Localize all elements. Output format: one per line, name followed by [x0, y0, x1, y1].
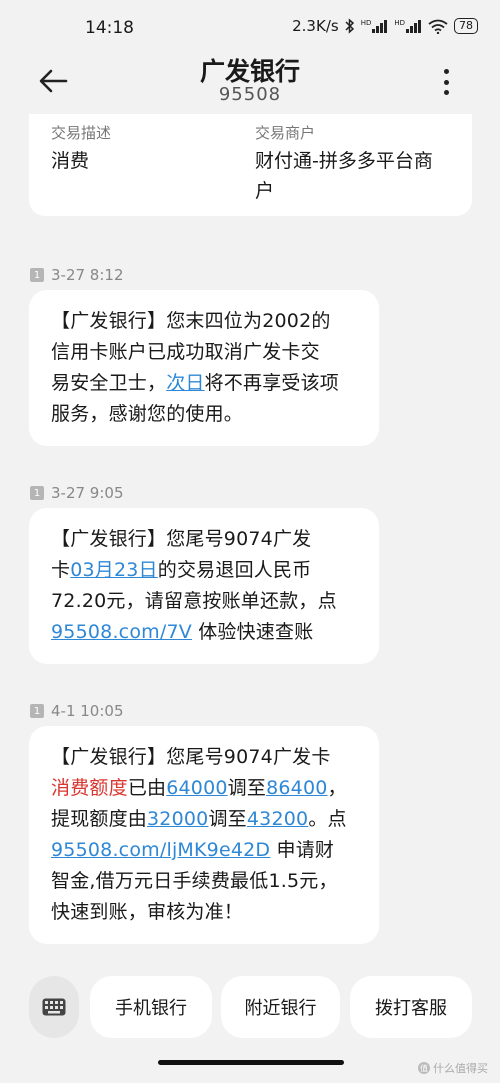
previous-message-card: 交易描述 消费 交易商户 财付通-拼多多平台商户: [29, 114, 472, 216]
keyboard-icon: [42, 998, 66, 1016]
message-bubble[interactable]: 【广发银行】您尾号9074广发 卡03月23日的交易退回人民币 72.20元，请…: [29, 508, 379, 664]
mobile-banking-button[interactable]: 手机银行: [90, 976, 212, 1038]
sim-card-icon: 1: [30, 704, 44, 718]
page-title: 广发银行: [199, 57, 300, 86]
message-timestamp: 1 3-27 9:05: [30, 484, 124, 502]
watermark: 值 什么值得买: [418, 1062, 488, 1075]
message-bubble[interactable]: 【广发银行】您末四位为2002的 信用卡账户已成功取消广发卡交 易安全卫士，次日…: [29, 290, 379, 446]
number-link[interactable]: 32000: [147, 808, 208, 830]
number-link[interactable]: 64000: [166, 777, 227, 799]
call-service-button[interactable]: 拨打客服: [350, 976, 472, 1038]
highlight-text: 消费额度: [51, 777, 128, 799]
number-link[interactable]: 86400: [266, 777, 327, 799]
sim-card-icon: 1: [30, 268, 44, 282]
home-indicator[interactable]: [158, 1060, 344, 1065]
status-bar: 14:18 2.3K/s HD HD 78: [0, 0, 500, 52]
date-link[interactable]: 次日: [166, 372, 204, 394]
number-link[interactable]: 43200: [247, 808, 308, 830]
info-column-description: 交易描述 消费: [51, 122, 111, 176]
sim-card-icon: 1: [30, 486, 44, 500]
label-transaction-description: 交易描述: [51, 124, 112, 142]
url-link[interactable]: 95508.com/7V: [51, 621, 192, 643]
status-icons: 2.3K/s HD HD 78: [292, 17, 478, 35]
bluetooth-icon: [345, 18, 354, 34]
watermark-logo-icon: 值: [418, 1062, 430, 1074]
info-column-merchant: 交易商户 财付通-拼多多平台商户: [255, 122, 433, 206]
signal-icon-2: HD: [394, 19, 422, 33]
wifi-icon: [428, 19, 448, 34]
keyboard-button[interactable]: [29, 976, 79, 1038]
back-arrow-icon[interactable]: [36, 66, 72, 96]
message-bubble[interactable]: 【广发银行】您尾号9074广发卡 消费额度已由64000调至86400， 提现额…: [29, 726, 379, 944]
nearby-bank-button[interactable]: 附近银行: [221, 976, 340, 1038]
value-transaction-description: 消费: [51, 150, 90, 172]
more-options-icon[interactable]: [436, 66, 456, 98]
conversation-header: 广发银行 95508: [0, 52, 500, 114]
battery-indicator: 78: [454, 18, 478, 34]
label-merchant: 交易商户: [255, 124, 316, 142]
message-timestamp: 1 3-27 8:12: [30, 266, 124, 284]
message-timestamp: 1 4-1 10:05: [30, 702, 124, 720]
clock: 14:18: [85, 18, 134, 38]
url-link[interactable]: 95508.com/ljMK9e42D: [51, 839, 270, 861]
signal-icon-1: HD: [361, 19, 389, 33]
sender-number: 95508: [218, 84, 282, 105]
network-speed: 2.3K/s: [292, 17, 339, 35]
message-list[interactable]: 交易描述 消费 交易商户 财付通-拼多多平台商户 1 3-27 8:12 【广发…: [0, 114, 500, 964]
date-link[interactable]: 03月23日: [70, 559, 158, 581]
value-merchant: 财付通-拼多多平台商户: [255, 150, 433, 202]
